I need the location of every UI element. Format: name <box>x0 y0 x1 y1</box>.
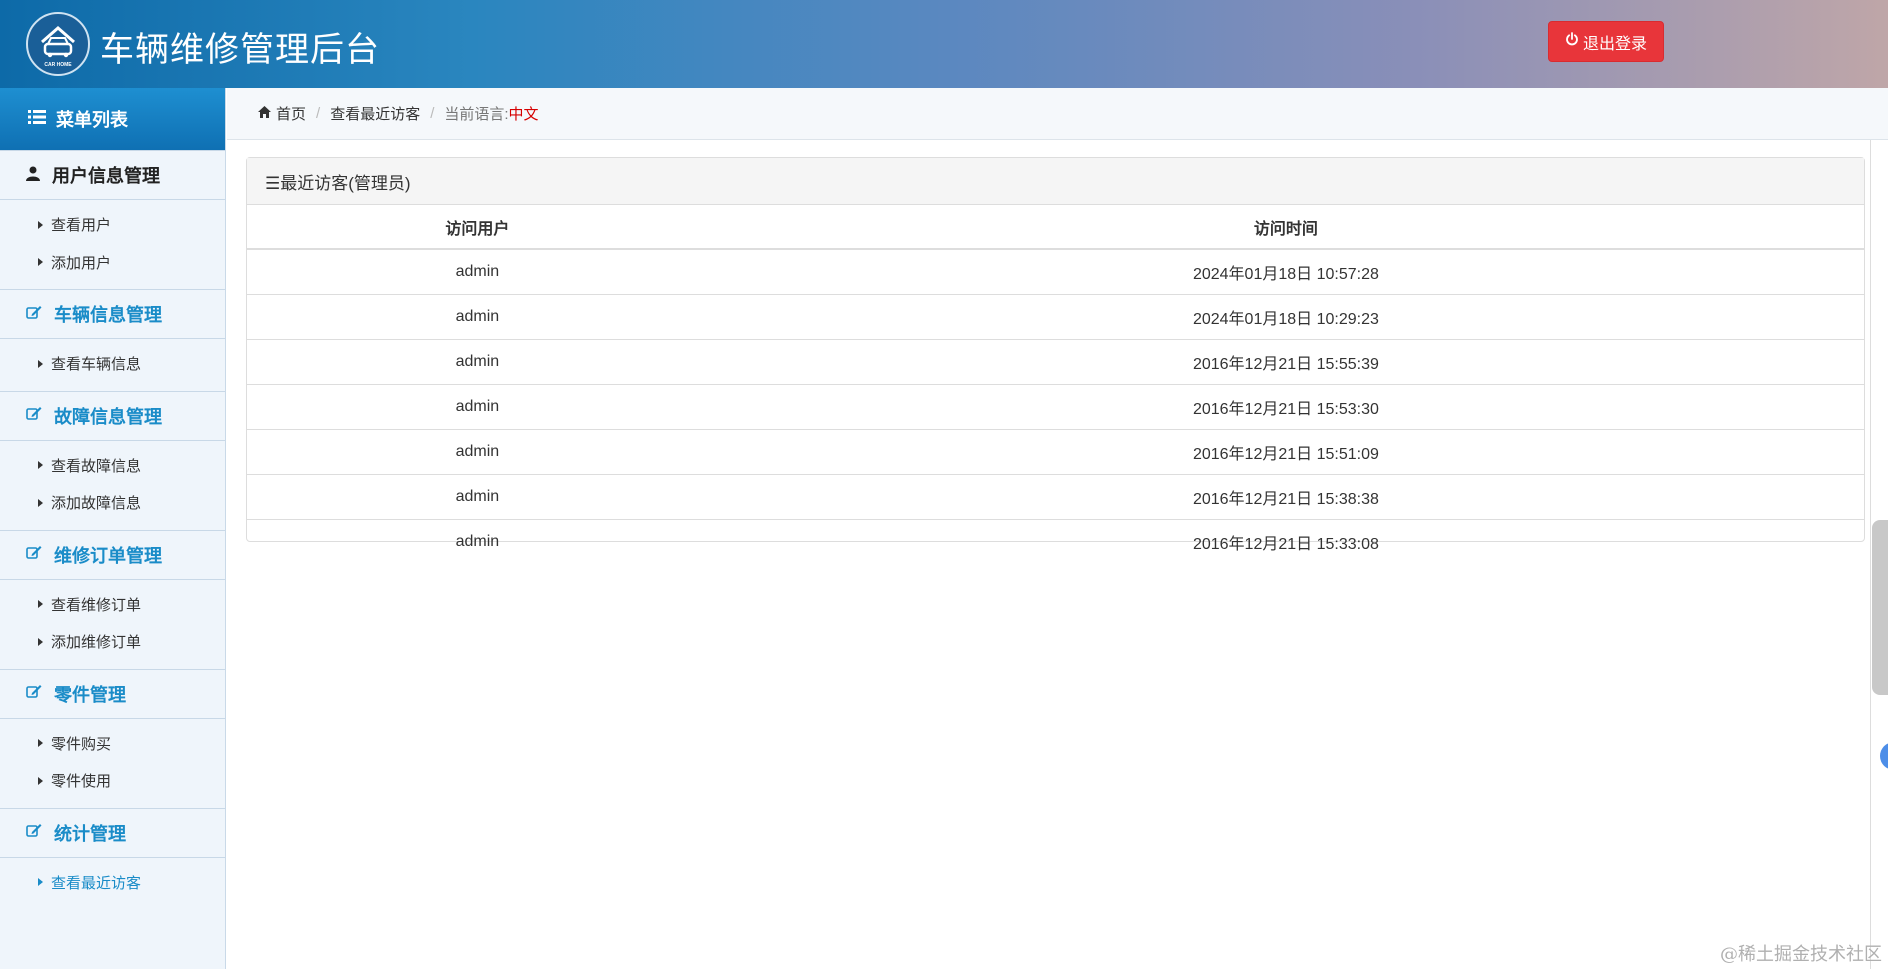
panel-title: ☰最近访客(管理员) <box>247 158 1864 205</box>
edit-icon <box>26 822 42 843</box>
sidebar-item-add-fault[interactable]: 添加故障信息 <box>0 484 225 522</box>
caret-right-icon <box>38 461 43 470</box>
sidebar-group-label: 用户信息管理 <box>52 166 160 186</box>
language-label: 当前语言: <box>444 106 509 123</box>
caret-right-icon <box>38 878 43 887</box>
sidebar-group-vehicle-management[interactable]: 车辆信息管理 <box>0 289 225 339</box>
sidebar: 菜单列表 用户信息管理 查看用户 添加用户 车辆信息管理 查看车辆信息 故障信息… <box>0 88 226 969</box>
top-header: CAR HOME 车辆维修管理后台 退出登录 <box>0 0 1888 88</box>
table-row: admin 2024年01月18日 10:29:23 <box>247 294 1864 340</box>
cell-user: admin <box>247 519 708 564</box>
cell-time: 2016年12月21日 15:38:38 <box>707 474 1864 520</box>
cell-time: 2016年12月21日 15:51:09 <box>707 429 1864 475</box>
caret-right-icon <box>38 739 43 748</box>
table-row: admin 2016年12月21日 15:53:30 <box>247 384 1864 430</box>
table-row: admin 2016年12月21日 15:55:39 <box>247 339 1864 385</box>
caret-right-icon <box>38 359 43 368</box>
breadcrumb: 首页 / 查看最近访客 / 当前语言: 中文 <box>227 88 1888 140</box>
sidebar-item-label: 查看维修订单 <box>51 596 142 614</box>
sidebar-group-parts-management[interactable]: 零件管理 <box>0 668 225 719</box>
car-home-logo: CAR HOME <box>26 12 90 76</box>
cell-time: 2024年01月18日 10:29:23 <box>707 294 1864 340</box>
sidebar-item-label: 查看用户 <box>51 217 112 235</box>
cell-time: 2016年12月21日 15:53:30 <box>707 384 1864 430</box>
logout-label: 退出登录 <box>1582 35 1647 53</box>
sidebar-item-label: 查看车辆信息 <box>51 356 142 374</box>
sidebar-item-label: 添加用户 <box>51 254 112 272</box>
cell-time: 2024年01月18日 10:57:28 <box>1192 266 1379 283</box>
sidebar-group-statistics[interactable]: 统计管理 <box>0 807 225 858</box>
sidebar-item-label: 零件使用 <box>51 773 112 791</box>
sidebar-group-repair-order-management[interactable]: 维修订单管理 <box>0 529 225 580</box>
logout-button[interactable]: 退出登录 <box>1548 21 1664 62</box>
sidebar-group-user-management[interactable]: 用户信息管理 <box>0 150 225 200</box>
cell-time: 2016年12月21日 15:55:39 <box>707 339 1864 385</box>
breadcrumb-separator: / <box>430 105 435 122</box>
language-value[interactable]: 中文 <box>509 103 539 124</box>
sidebar-item-parts-purchase[interactable]: 零件购买 <box>0 725 225 763</box>
floating-side-widget[interactable] <box>1872 520 1888 695</box>
app-title: 车辆维修管理后台 <box>100 31 380 69</box>
breadcrumb-current[interactable]: 查看最近访客 <box>330 103 420 124</box>
sidebar-group-label: 故障信息管理 <box>54 406 162 427</box>
sidebar-item-label: 查看最近访客 <box>51 874 142 892</box>
recent-visitors-panel: ☰最近访客(管理员) 访问用户 访问时间 admin 2024年01月18日 1… <box>246 157 1865 564</box>
sidebar-item-view-vehicles[interactable]: 查看车辆信息 <box>0 345 225 383</box>
table-row: admin 2016年12月21日 15:33:08 <box>247 519 1864 564</box>
cell-user: admin <box>455 263 500 280</box>
user-icon <box>26 165 40 186</box>
sidebar-item-label: 零件购买 <box>51 735 112 753</box>
table-row: admin 2024年01月18日 10:57:28 <box>247 249 1864 295</box>
table-row: admin 2016年12月21日 15:51:09 <box>247 429 1864 475</box>
sidebar-title: 菜单列表 <box>0 88 225 150</box>
sidebar-item-add-user[interactable]: 添加用户 <box>0 244 225 282</box>
sidebar-item-recent-visitors[interactable]: 查看最近访客 <box>0 864 225 902</box>
visitors-table: 访问用户 访问时间 admin 2024年01月18日 10:57:28 adm… <box>247 205 1864 564</box>
table-row: admin 2016年12月21日 15:38:38 <box>247 474 1864 520</box>
sidebar-item-view-faults[interactable]: 查看故障信息 <box>0 447 225 485</box>
sidebar-item-label: 添加故障信息 <box>51 495 142 513</box>
caret-right-icon <box>38 776 43 785</box>
cell-user: admin <box>247 339 708 385</box>
svg-text:CAR HOME: CAR HOME <box>44 62 72 68</box>
sidebar-item-view-users[interactable]: 查看用户 <box>0 206 225 244</box>
caret-right-icon <box>38 498 43 507</box>
list-icon <box>28 109 46 130</box>
watermark: @稀土掘金技术社区 <box>1720 944 1882 965</box>
sidebar-item-add-repair-order[interactable]: 添加维修订单 <box>0 623 225 661</box>
edit-icon <box>26 405 42 426</box>
sidebar-item-label: 添加维修订单 <box>51 634 142 652</box>
sidebar-group-label: 车辆信息管理 <box>54 305 162 325</box>
home-icon <box>258 105 271 122</box>
caret-right-icon <box>38 637 43 646</box>
cell-time: 2016年12月21日 15:33:08 <box>707 519 1864 564</box>
column-header-user: 访问用户 <box>247 205 708 250</box>
edit-icon <box>26 304 42 325</box>
cell-user: admin <box>247 474 708 520</box>
sidebar-group-label: 零件管理 <box>54 684 126 705</box>
sidebar-item-label: 查看故障信息 <box>51 457 142 475</box>
caret-right-icon <box>38 220 43 229</box>
column-header-time: 访问时间 <box>707 205 1864 250</box>
sidebar-item-parts-usage[interactable]: 零件使用 <box>0 762 225 800</box>
sidebar-group-label: 统计管理 <box>54 823 126 844</box>
edit-icon <box>26 683 42 704</box>
cell-user: admin <box>247 384 708 430</box>
breadcrumb-separator: / <box>316 105 321 122</box>
cell-user: admin <box>247 429 708 475</box>
caret-right-icon <box>38 600 43 609</box>
edit-icon <box>26 544 42 565</box>
caret-right-icon <box>38 258 43 267</box>
cell-user: admin <box>247 294 708 340</box>
power-icon <box>1565 32 1579 51</box>
sidebar-group-fault-management[interactable]: 故障信息管理 <box>0 390 225 441</box>
sidebar-group-label: 维修订单管理 <box>54 545 162 566</box>
sidebar-item-view-repair-orders[interactable]: 查看维修订单 <box>0 586 225 624</box>
sidebar-title-label: 菜单列表 <box>56 110 128 130</box>
breadcrumb-home-link[interactable]: 首页 <box>276 103 306 124</box>
